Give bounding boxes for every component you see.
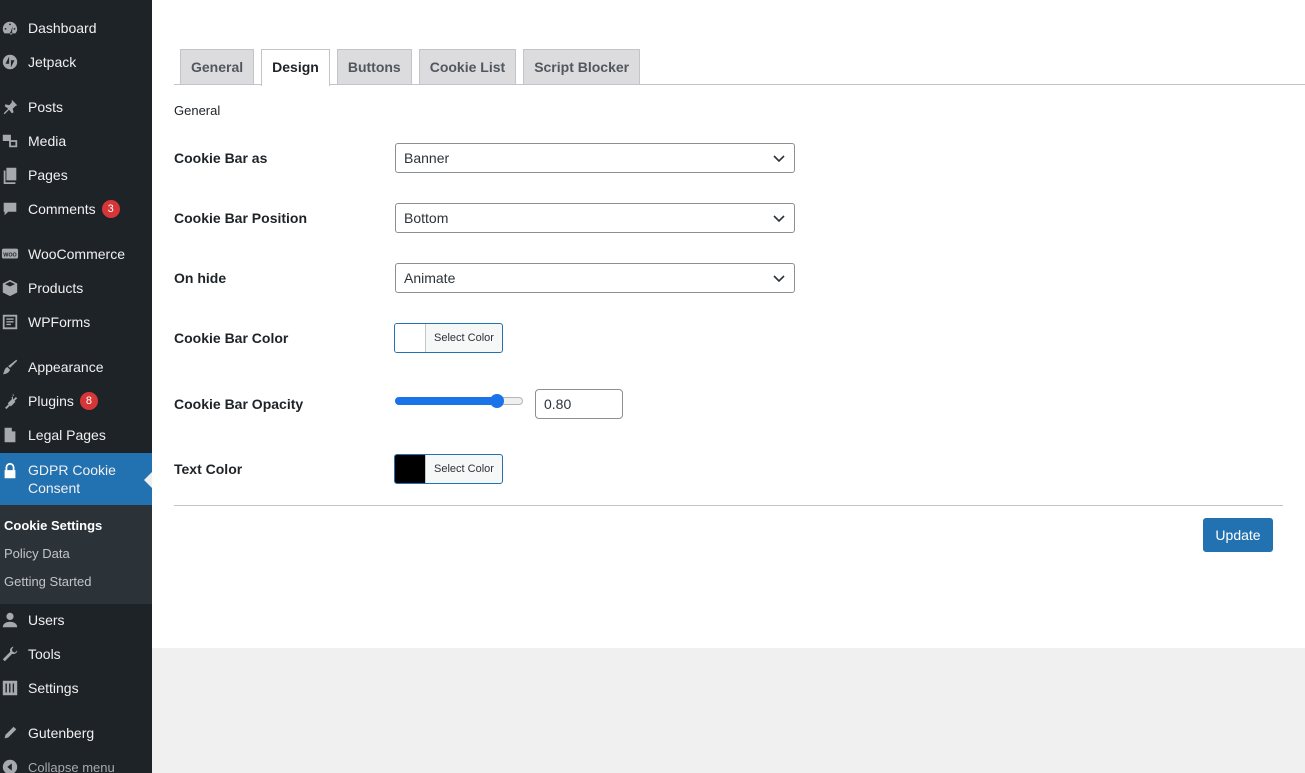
active-menu-arrow: [144, 472, 152, 488]
cookie-bar-color-label: Cookie Bar Color: [174, 330, 289, 346]
forms-icon: [0, 312, 20, 332]
sidebar-item-label: Collapse menu: [28, 759, 115, 773]
on-hide-select[interactable]: Animate: [395, 263, 795, 293]
section-title: General: [174, 103, 221, 118]
sidebar-item-media[interactable]: Media: [0, 124, 152, 158]
on-hide-label: On hide: [174, 270, 227, 286]
woocommerce-icon: WOO: [0, 244, 20, 264]
settings-tabs: General Design Buttons Cookie List Scrip…: [180, 49, 647, 86]
sidebar-item-label: Gutenberg: [28, 725, 95, 741]
tab-general[interactable]: General: [180, 49, 255, 85]
form-divider: [174, 505, 1283, 506]
tab-cookie-list[interactable]: Cookie List: [418, 49, 517, 85]
sidebar-item-dashboard[interactable]: Dashboard: [0, 11, 152, 45]
cookie-bar-as-select[interactable]: Banner: [395, 143, 795, 173]
text-color-swatch: [395, 455, 426, 483]
select-color-label: Select Color: [434, 463, 494, 475]
cookie-bar-as-value: Banner: [404, 150, 450, 166]
cookie-bar-color-button[interactable]: Select Color: [394, 323, 503, 353]
admin-sidebar: Dashboard Jetpack Posts Media Pages Comm…: [0, 0, 152, 773]
sidebar-item-gdpr-cookie-consent[interactable]: GDPR Cookie Consent: [0, 453, 152, 505]
plugins-count-badge: 8: [79, 392, 98, 410]
settings-panel: General Design Buttons Cookie List Scrip…: [152, 0, 1305, 648]
sidebar-item-label: Settings: [28, 680, 79, 696]
document-icon: [0, 425, 20, 445]
dashboard-icon: [0, 18, 20, 38]
tabs-divider: [174, 84, 1305, 85]
text-color-label: Text Color: [174, 461, 243, 477]
submenu-item-cookie-settings[interactable]: Cookie Settings: [0, 512, 152, 540]
plug-icon: [0, 391, 20, 411]
cookie-bar-position-select[interactable]: Bottom: [395, 203, 795, 233]
sidebar-item-pages[interactable]: Pages: [0, 158, 152, 192]
sidebar-item-users[interactable]: Users: [0, 603, 152, 637]
box-icon: [0, 278, 20, 298]
cookie-bar-opacity-input[interactable]: 0.80: [535, 389, 623, 419]
chevron-down-icon: [773, 215, 785, 223]
comments-count-badge: 3: [101, 200, 120, 218]
tab-design[interactable]: Design: [261, 49, 330, 86]
chevron-down-icon: [773, 275, 785, 283]
sidebar-item-label: Legal Pages: [28, 427, 106, 443]
user-icon: [0, 610, 20, 630]
sidebar-item-label: Jetpack: [28, 54, 77, 70]
submenu-item-policy-data[interactable]: Policy Data: [0, 540, 152, 568]
cookie-bar-opacity-slider[interactable]: [395, 394, 523, 408]
slider-fill: [395, 397, 498, 405]
pin-icon: [0, 97, 20, 117]
sidebar-item-wpforms[interactable]: WPForms: [0, 305, 152, 339]
collapse-menu-button[interactable]: Collapse menu: [0, 750, 152, 773]
sidebar-item-label: WPForms: [28, 314, 91, 330]
sidebar-item-jetpack[interactable]: Jetpack: [0, 45, 152, 79]
sidebar-item-label: Products: [28, 280, 84, 296]
sidebar-item-label: GDPR Cookie Consent: [28, 462, 116, 496]
sidebar-item-comments[interactable]: Comments 3: [0, 192, 152, 226]
submenu-item-getting-started[interactable]: Getting Started: [0, 568, 152, 596]
cookie-bar-opacity-label: Cookie Bar Opacity: [174, 396, 304, 412]
sidebar-item-label: Plugins: [28, 393, 74, 409]
select-color-label: Select Color: [434, 332, 494, 344]
update-button[interactable]: Update: [1203, 518, 1273, 552]
collapse-icon: [0, 757, 20, 773]
pencil-icon: [0, 723, 20, 743]
tab-buttons[interactable]: Buttons: [336, 49, 412, 85]
sidebar-item-label: Media: [28, 133, 67, 149]
sidebar-item-label: Appearance: [28, 359, 104, 375]
jetpack-icon: [0, 52, 20, 72]
sidebar-item-products[interactable]: Products: [0, 271, 152, 305]
sidebar-item-settings[interactable]: Settings: [0, 671, 152, 705]
sliders-icon: [0, 678, 20, 698]
cookie-bar-color-swatch: [395, 324, 426, 352]
sidebar-item-posts[interactable]: Posts: [0, 90, 152, 124]
cookie-bar-position-label: Cookie Bar Position: [174, 210, 308, 226]
comment-icon: [0, 199, 20, 219]
sidebar-item-appearance[interactable]: Appearance: [0, 350, 152, 384]
sidebar-item-label: Pages: [28, 167, 68, 183]
text-color-button[interactable]: Select Color: [394, 454, 503, 484]
sidebar-item-plugins[interactable]: Plugins 8: [0, 384, 152, 418]
slider-thumb[interactable]: [490, 394, 505, 408]
svg-text:WOO: WOO: [3, 252, 16, 258]
sidebar-item-label: Comments: [28, 201, 96, 217]
sidebar-item-label: Dashboard: [28, 20, 97, 36]
gdpr-submenu: Cookie Settings Policy Data Getting Star…: [0, 505, 152, 604]
sidebar-item-label: Posts: [28, 99, 64, 115]
cookie-bar-as-label: Cookie Bar as: [174, 150, 268, 166]
sidebar-item-label: Tools: [28, 646, 61, 662]
chevron-down-icon: [773, 155, 785, 163]
sidebar-item-legal-pages[interactable]: Legal Pages: [0, 418, 152, 452]
lock-icon: [0, 461, 20, 481]
sidebar-item-gutenberg[interactable]: Gutenberg: [0, 716, 152, 750]
tab-script-blocker[interactable]: Script Blocker: [523, 49, 641, 85]
sidebar-item-label: Users: [28, 612, 65, 628]
on-hide-value: Animate: [404, 270, 456, 286]
pages-icon: [0, 165, 20, 185]
sidebar-item-label: WooCommerce: [28, 246, 125, 262]
sidebar-item-tools[interactable]: Tools: [0, 637, 152, 671]
media-icon: [0, 131, 20, 151]
sidebar-item-woocommerce[interactable]: WOO WooCommerce: [0, 237, 152, 271]
cookie-bar-position-value: Bottom: [404, 210, 449, 226]
brush-icon: [0, 357, 20, 377]
wrench-icon: [0, 644, 20, 664]
